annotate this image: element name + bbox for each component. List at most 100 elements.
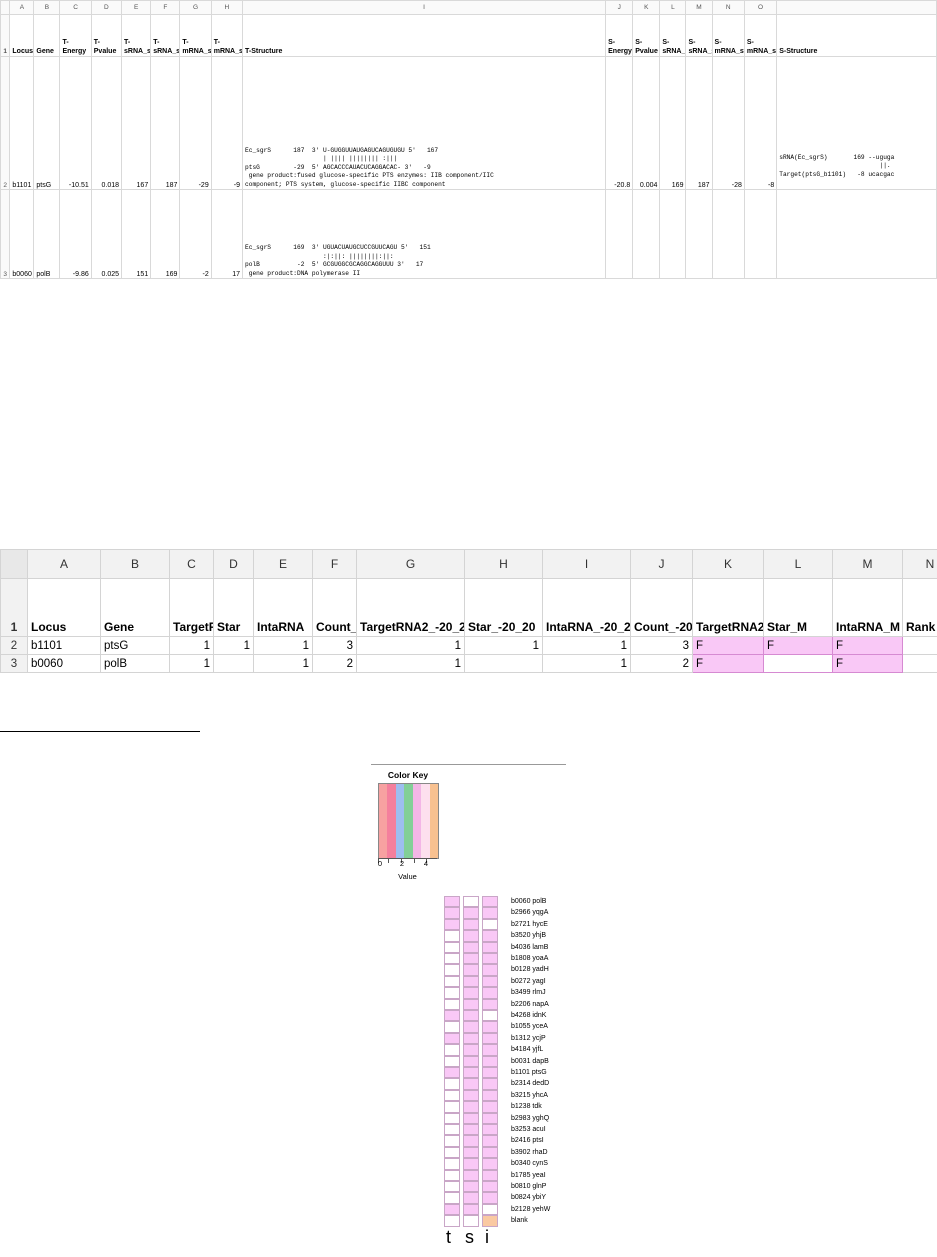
header-cell[interactable]: Count_-20_20 (630, 578, 693, 637)
cell-s-srna-stop[interactable]: 187 (685, 56, 713, 190)
row-number[interactable]: 2 (0, 636, 28, 655)
header-cell[interactable]: S-mRNA_start (711, 14, 745, 57)
cell-targetrna2[interactable]: 1 (169, 654, 214, 673)
cell-t-srna-stop[interactable]: 187 (150, 56, 181, 190)
col-letter[interactable]: I (542, 549, 631, 579)
cell-targetrna2[interactable]: 1 (169, 636, 214, 655)
cell-gene[interactable]: polB (100, 654, 170, 673)
header-cell[interactable]: Star_-20_20 (464, 578, 543, 637)
col-letter[interactable]: J (630, 549, 693, 579)
col-letter[interactable]: O (743, 0, 778, 15)
col-letter[interactable]: F (150, 0, 181, 15)
header-cell[interactable]: S-Pvalue (632, 14, 661, 57)
col-letter[interactable]: B (33, 0, 61, 15)
col-letter[interactable]: E (121, 0, 152, 15)
col-letter[interactable]: B (100, 549, 170, 579)
cell-intarna[interactable]: 1 (253, 654, 313, 673)
header-cell[interactable]: T-Energy (59, 14, 92, 57)
col-letter[interactable]: C (169, 549, 214, 579)
header-cell[interactable]: T-Pvalue (90, 14, 123, 57)
col-letter[interactable]: K (632, 0, 661, 15)
header-cell[interactable]: TargetRNA2 (169, 578, 214, 637)
cell-locus[interactable]: b0060 (27, 654, 101, 673)
header-cell[interactable]: IntaRNA (253, 578, 313, 637)
cell-t-mrna-start[interactable]: -2 (179, 189, 212, 279)
cell-count-all[interactable]: 2 (312, 654, 357, 673)
header-cell[interactable]: S-Structure (776, 14, 937, 57)
col-letter[interactable]: I (242, 0, 607, 15)
cell-locus[interactable]: b1101 (9, 56, 35, 190)
cell-t-energy[interactable]: -9.86 (59, 189, 92, 279)
cell-s-structure[interactable]: sRNA(Ec_sgrS) 169 --uguga ||. Target(pts… (776, 56, 937, 190)
col-letter[interactable]: F (312, 549, 357, 579)
col-letter[interactable]: L (659, 0, 687, 15)
header-cell[interactable]: T-mRNA_stop (210, 14, 244, 57)
cell-locus[interactable]: b1101 (27, 636, 101, 655)
header-cell[interactable]: T-mRNA_start (179, 14, 212, 57)
header-cell[interactable]: Gene (33, 14, 61, 57)
cell-count-2020[interactable]: 3 (630, 636, 693, 655)
header-cell[interactable]: Gene (100, 578, 170, 637)
col-letter[interactable]: A (27, 549, 101, 579)
cell-targetrna2-2020[interactable]: 1 (356, 654, 465, 673)
col-letter[interactable]: A (9, 0, 35, 15)
cell-star-2020[interactable]: 1 (464, 636, 543, 655)
cell-t-mrna-start[interactable]: -29 (179, 56, 212, 190)
header-cell[interactable]: T-sRNA_stop (150, 14, 181, 57)
cell-t-srna-start[interactable]: 151 (121, 189, 152, 279)
col-letter[interactable]: C (59, 0, 92, 15)
row-number[interactable]: 1 (0, 578, 28, 637)
header-cell[interactable]: Rank (902, 578, 937, 637)
cell-s-mrna-stop[interactable] (743, 189, 778, 279)
cell-t-srna-start[interactable]: 167 (121, 56, 152, 190)
header-cell[interactable]: Star_M (763, 578, 833, 637)
cell-intarna[interactable]: 1 (253, 636, 313, 655)
cell-intarna-m[interactable]: F (832, 654, 903, 673)
cell-s-structure[interactable] (776, 189, 937, 279)
header-cell[interactable]: IntaRNA_-20_20 (542, 578, 631, 637)
col-letter[interactable]: H (464, 549, 543, 579)
header-cell[interactable]: Star (213, 578, 254, 637)
header-cell[interactable]: Locus (9, 14, 35, 57)
header-cell[interactable]: S-mRNA_stop (743, 14, 778, 57)
row-number[interactable]: 3 (0, 189, 11, 279)
row-number[interactable]: 1 (0, 14, 11, 57)
cell-count-all[interactable]: 3 (312, 636, 357, 655)
cell-gene[interactable]: ptsG (100, 636, 170, 655)
cell-t-structure[interactable]: Ec_sgrS 187 3' U-GUGGUUAUGAGUCAGUGUGU 5'… (242, 56, 607, 190)
cell-s-pvalue[interactable]: 0.004 (632, 56, 661, 190)
cell-s-srna-stop[interactable] (685, 189, 713, 279)
header-cell[interactable]: IntaRNA_M (832, 578, 903, 637)
cell-t-structure[interactable]: Ec_sgrS 169 3' UGUACUAUGCUCCGUUCAGU 5' 1… (242, 189, 607, 279)
cell-s-mrna-stop[interactable]: -8 (743, 56, 778, 190)
col-letter[interactable]: D (213, 549, 254, 579)
cell-s-srna-start[interactable] (659, 189, 687, 279)
cell-star-m[interactable] (763, 654, 833, 673)
row-number[interactable]: 2 (0, 56, 11, 190)
cell-locus[interactable]: b0060 (9, 189, 35, 279)
cell-t-energy[interactable]: -10.51 (59, 56, 92, 190)
cell-t-mrna-stop[interactable]: -9 (210, 56, 244, 190)
cell-targetrna2-m[interactable]: F (692, 636, 764, 655)
cell-gene[interactable]: ptsG (33, 56, 61, 190)
cell-s-energy[interactable] (605, 189, 634, 279)
cell-gene[interactable]: polB (33, 189, 61, 279)
header-cell[interactable]: Count_ALL (312, 578, 357, 637)
cell-s-energy[interactable]: -20.8 (605, 56, 634, 190)
cell-t-pvalue[interactable]: 0.018 (90, 56, 123, 190)
cell-targetrna2-m[interactable]: F (692, 654, 764, 673)
cell-targetrna2-2020[interactable]: 1 (356, 636, 465, 655)
col-letter[interactable]: G (356, 549, 465, 579)
col-letter[interactable]: D (90, 0, 123, 15)
cell-s-pvalue[interactable] (632, 189, 661, 279)
cell-star-2020[interactable] (464, 654, 543, 673)
header-cell[interactable]: S-sRNA_stop (685, 14, 713, 57)
row-number[interactable]: 3 (0, 654, 28, 673)
col-letter[interactable]: H (210, 0, 244, 15)
cell-t-pvalue[interactable]: 0.025 (90, 189, 123, 279)
cell-rank[interactable]: 4 (902, 654, 937, 673)
col-letter[interactable]: K (692, 549, 764, 579)
col-letter[interactable]: N (902, 549, 937, 579)
header-cell[interactable]: T-Structure (242, 14, 607, 57)
header-cell[interactable]: TargetRNA2_-20_20 (356, 578, 465, 637)
